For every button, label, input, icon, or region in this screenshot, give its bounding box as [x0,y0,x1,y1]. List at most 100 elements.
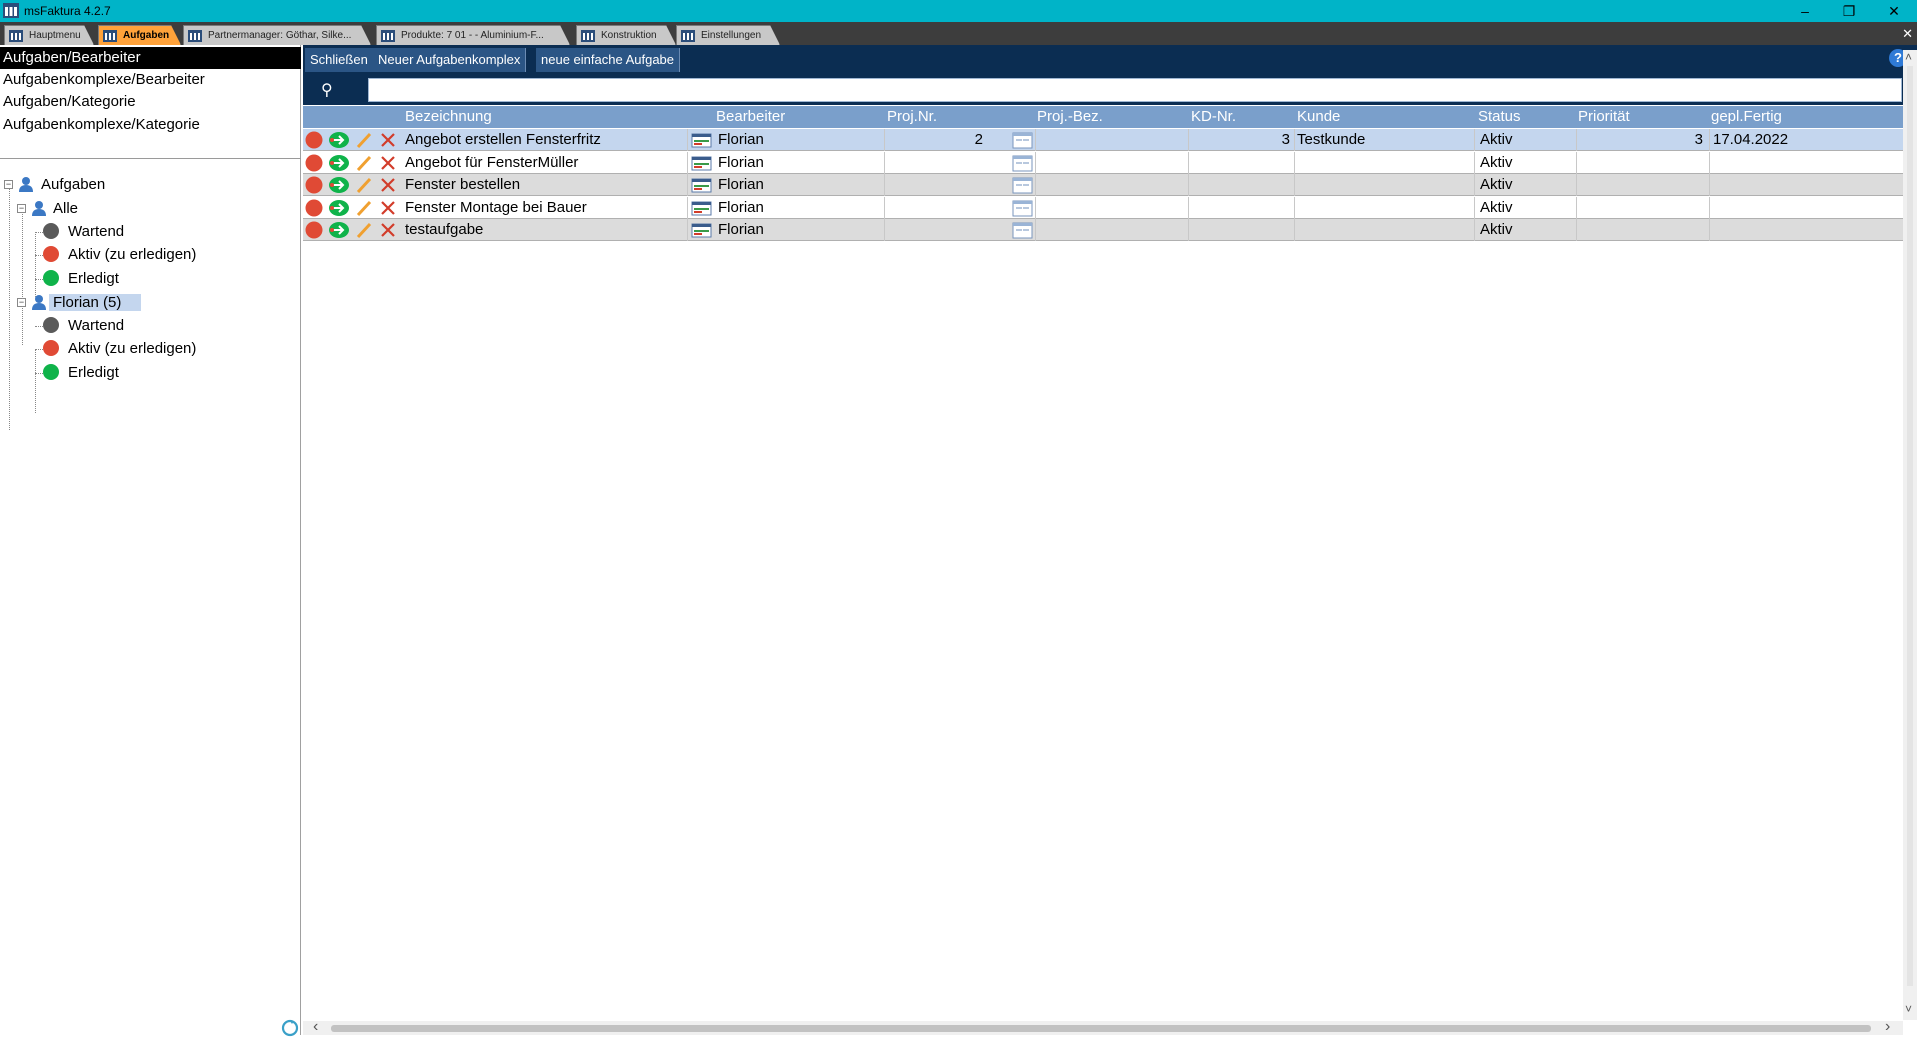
collapse-icon[interactable]: − [17,297,26,307]
red-circle-icon[interactable] [305,221,323,239]
user-card-icon[interactable] [691,176,712,194]
tree-node-alle-wartend[interactable]: Wartend [43,220,124,242]
pencil-icon[interactable] [355,131,373,149]
pencil-icon[interactable] [355,199,373,217]
column-header-status[interactable]: Status [1476,106,1521,128]
pencil-icon[interactable] [355,154,373,172]
table-row[interactable]: testaufgabe Florian Aktiv [303,219,1903,241]
red-x-icon[interactable] [379,176,397,194]
close-window-button[interactable]: ✕ [1871,0,1917,22]
scroll-thumb[interactable] [1907,66,1913,986]
column-header-bezeichnung[interactable]: Bezeichnung [403,106,492,128]
tab-label: Hauptmenu [29,30,81,41]
green-arrow-icon[interactable] [328,154,350,172]
search-icon[interactable]: ⚲ [321,80,333,100]
tree-node-alle-aktiv[interactable]: Aktiv (zu erledigen) [43,243,196,265]
tree-node-aufgaben[interactable]: − Aufgaben [4,173,105,195]
tree-line [35,279,43,280]
column-divider [1474,196,1475,219]
tree-line [35,232,36,297]
refresh-icon[interactable] [281,1019,299,1037]
column-header-kdnr[interactable]: KD-Nr. [1189,106,1236,128]
pencil-icon[interactable] [355,176,373,194]
tree-line [35,232,43,233]
red-circle-icon [43,246,59,262]
tab-einstellungen[interactable]: Einstellungen [676,25,780,45]
scroll-left-icon[interactable]: ‹ [313,1018,318,1036]
close-tab-icon[interactable]: ✕ [1902,26,1913,42]
tree-node-florian[interactable]: − Florian (5) [17,291,142,313]
user-card-icon[interactable] [691,131,712,149]
user-card-icon[interactable] [691,199,712,217]
calendar-icon[interactable] [1012,131,1033,149]
scroll-thumb[interactable] [331,1025,1871,1032]
tab-produkte[interactable]: Produkte: 7 01 - - Aluminium-F... [376,25,570,45]
new-simple-task-button[interactable]: neue einfache Aufgabe [536,48,681,72]
scroll-right-icon[interactable]: › [1885,1018,1890,1036]
table-row[interactable]: Fenster bestellen Florian Aktiv [303,174,1903,196]
tree-node-alle[interactable]: − Alle [17,197,78,219]
tab-partnermanager[interactable]: Partnermanager: Göthar, Silke... [183,25,371,45]
tree-node-florian-erledigt[interactable]: Erledigt [43,361,119,383]
cell-kdnr: 3 [1281,131,1290,148]
view-aufgabenkomplexe-bearbeiter[interactable]: Aufgabenkomplexe/Bearbeiter [0,69,301,91]
calendar-icon[interactable] [1012,176,1033,194]
column-header-projbez[interactable]: Proj.-Bez. [1035,106,1103,128]
column-divider [687,174,688,196]
new-complex-button[interactable]: Neuer Aufgabenkomplex [373,48,527,72]
column-header-bearbeiter[interactable]: Bearbeiter [714,106,785,128]
minimize-button[interactable]: – [1782,0,1828,22]
tree-node-alle-erledigt[interactable]: Erledigt [43,267,119,289]
cell-kunde [1295,219,1473,241]
view-aufgaben-bearbeiter[interactable]: Aufgaben/Bearbeiter [0,47,301,69]
close-button[interactable]: Schließen [305,48,374,72]
green-arrow-icon[interactable] [328,199,350,217]
column-divider [687,151,688,174]
column-divider [1709,196,1710,219]
red-x-icon[interactable] [379,221,397,239]
search-input[interactable] [368,78,1902,102]
column-header-prioritaet[interactable]: Priorität [1576,106,1630,128]
vertical-scrollbar[interactable]: ˄ ˅ [1903,50,1917,1020]
tree-label: Aufgaben [41,175,106,193]
cell-geplfertig [1711,219,1901,241]
calendar-icon[interactable] [1012,221,1033,239]
column-header-geplfertig[interactable]: gepl.Fertig [1709,106,1782,128]
collapse-icon[interactable]: − [4,179,13,189]
table-row[interactable]: Angebot erstellen Fensterfritz Florian 2 3 T… [303,129,1903,151]
user-card-icon[interactable] [691,221,712,239]
module-icon [581,30,595,42]
calendar-icon[interactable] [1012,154,1033,172]
red-circle-icon[interactable] [305,199,323,217]
scroll-up-icon[interactable]: ˄ [1905,50,1912,64]
red-x-icon[interactable] [379,131,397,149]
column-header-kunde[interactable]: Kunde [1295,106,1340,128]
horizontal-scrollbar[interactable]: ‹ › [303,1018,1903,1036]
red-x-icon[interactable] [379,199,397,217]
cell-projbez [1035,174,1187,196]
green-arrow-icon[interactable] [328,176,350,194]
restore-button[interactable]: ❐ [1826,0,1872,22]
cell-kdnr [1189,152,1293,174]
green-arrow-icon[interactable] [328,131,350,149]
table-row[interactable]: Angebot für FensterMüller Florian Aktiv [303,151,1903,174]
calendar-icon[interactable] [1012,199,1033,217]
column-header-projnr[interactable]: Proj.Nr. [885,106,937,128]
tab-konstruktion[interactable]: Konstruktion [576,25,676,45]
view-aufgabenkomplexe-kategorie[interactable]: Aufgabenkomplexe/Kategorie [0,114,301,136]
red-circle-icon[interactable] [305,176,323,194]
pencil-icon[interactable] [355,221,373,239]
user-card-icon[interactable] [691,154,712,172]
red-circle-icon[interactable] [305,131,323,149]
tree-node-florian-aktiv[interactable]: Aktiv (zu erledigen) [43,337,196,359]
red-x-icon[interactable] [379,154,397,172]
red-circle-icon[interactable] [305,154,323,172]
tab-aufgaben[interactable]: Aufgaben [98,25,181,45]
tab-hauptmenu[interactable]: Hauptmenu [4,25,94,45]
table-row[interactable]: Fenster Montage bei Bauer Florian Aktiv [303,196,1903,219]
scroll-down-icon[interactable]: ˅ [1905,1002,1912,1016]
green-arrow-icon[interactable] [328,221,350,239]
collapse-icon[interactable]: − [17,203,26,213]
tree-node-florian-wartend[interactable]: Wartend [43,314,124,336]
view-aufgaben-kategorie[interactable]: Aufgaben/Kategorie [0,91,301,113]
